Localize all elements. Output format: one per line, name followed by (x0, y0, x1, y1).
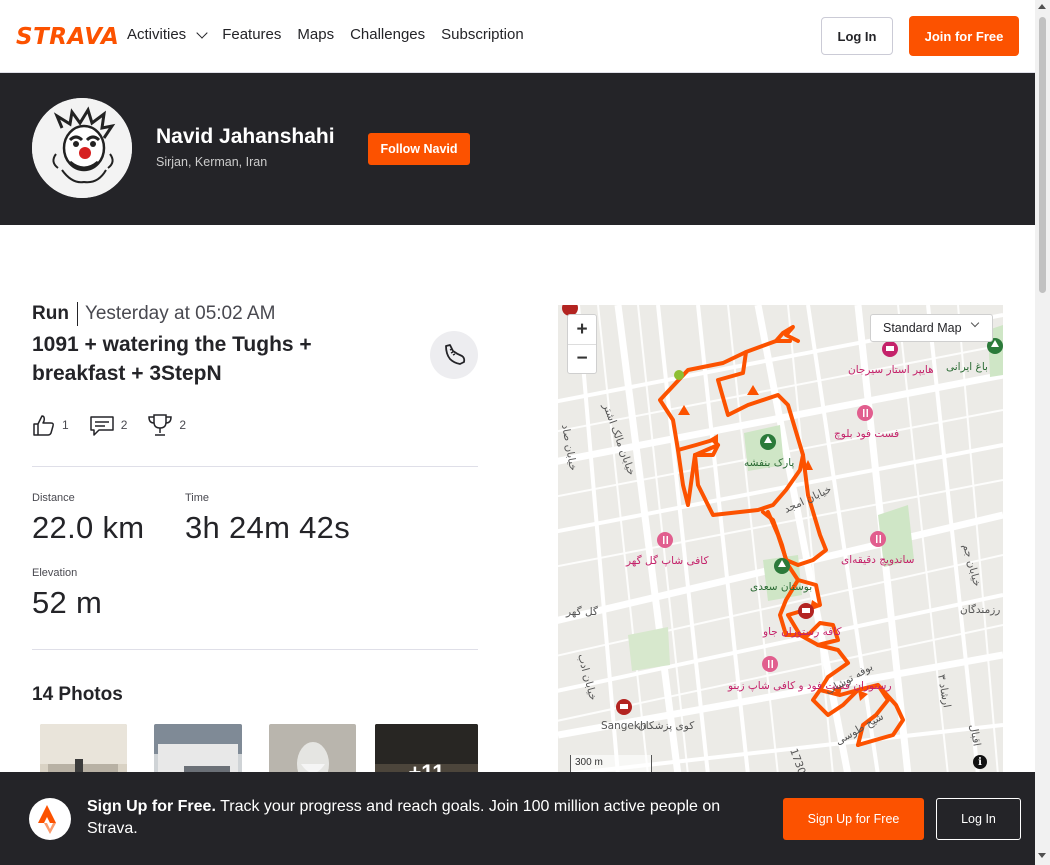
zoom-in-button[interactable]: + (568, 315, 596, 344)
banner-login-button[interactable]: Log In (936, 798, 1021, 840)
scrollbar[interactable] (1035, 0, 1050, 865)
kudos-count: 1 (62, 418, 69, 432)
stat-value: 52 m (32, 585, 103, 620)
comments[interactable]: 2 (89, 413, 128, 437)
info-icon[interactable]: i (973, 755, 987, 769)
stat-time: Time 3h 24m 42s (185, 492, 350, 546)
shoe-icon (445, 344, 466, 365)
map-label: فست فود بلوچ (834, 428, 899, 440)
map-label: بوستان سعدی (750, 581, 812, 593)
photos-title: 14 Photos (32, 684, 123, 705)
nav-item-challenges[interactable]: Challenges (350, 26, 425, 43)
comment-count: 2 (120, 418, 128, 432)
shoe-gear-button[interactable] (430, 331, 478, 379)
stat-label: Distance (32, 492, 75, 504)
scroll-thumb[interactable] (1039, 17, 1046, 293)
map-label: گل گهر (565, 605, 598, 618)
strava-app-icon (29, 798, 71, 840)
thumbs-up-icon (33, 415, 54, 436)
login-button[interactable]: Log In (821, 17, 893, 55)
nav-item-label: Features (222, 26, 282, 43)
achievements[interactable]: 2 (147, 412, 186, 438)
nav-item-maps[interactable]: Maps (297, 26, 334, 43)
signup-banner: Sign Up for Free. Track your progress an… (0, 772, 1035, 865)
chevron-down-icon (196, 26, 208, 39)
map-label: باغ ایرانی (946, 361, 988, 373)
achievement-count: 2 (179, 418, 187, 432)
follow-button[interactable]: Follow Navid (368, 133, 470, 165)
stat-label: Time (185, 492, 210, 504)
map-label: کافی شاپ گل گهر (625, 554, 708, 567)
athlete-header: Navid Jahanshahi Sirjan, Kerman, Iran Fo… (0, 73, 1035, 225)
nav-item-label: Challenges (350, 26, 426, 43)
banner-text: Sign Up for Free. Track your progress an… (87, 796, 767, 840)
map-style-select[interactable]: Standard Map (870, 314, 993, 342)
nav-item-label: Activities (127, 26, 187, 43)
nav-item-activities[interactable]: Activities (127, 26, 208, 43)
chevron-down-icon (970, 318, 980, 328)
activity-title: 1091 + watering the Tughs + breakfast + … (32, 333, 312, 385)
page: STRAVA Activities Features Maps Challeng… (0, 0, 1035, 865)
stat-distance: Distance 22.0 km (32, 492, 144, 546)
nav-item-features[interactable]: Features (222, 26, 281, 43)
stat-value: 3h 24m 42s (185, 510, 350, 545)
avatar[interactable] (32, 98, 132, 198)
activity-time: Yesterday at 05:02 AM (84, 303, 276, 324)
divider (32, 466, 478, 467)
zoom-out-button[interactable]: − (568, 344, 596, 373)
map-style-label: Standard Map (883, 321, 962, 335)
athlete-name[interactable]: Navid Jahanshahi (156, 125, 335, 149)
divider (76, 302, 78, 326)
map-label: پارک بنفشه (744, 457, 794, 469)
activity-map[interactable]: هایپر استار سیرجان فست فود بلوچ کافی شاپ… (558, 305, 1003, 775)
comment-icon (89, 416, 114, 436)
banner-headline: Sign Up for Free. (87, 798, 216, 815)
athlete-location: Sirjan, Kerman, Iran (156, 155, 268, 169)
trophy-icon (148, 414, 173, 436)
activity-header: Run Yesterday at 05:02 AM (32, 302, 275, 326)
signup-button[interactable]: Sign Up for Free (783, 798, 924, 840)
map-label: هایپر استار سیرجان (848, 364, 934, 376)
divider (32, 649, 478, 650)
map-label: رستوران فست فود و کافی شاپ زینو (727, 680, 892, 692)
stat-value: 22.0 km (32, 510, 145, 545)
top-nav: STRAVA Activities Features Maps Challeng… (0, 0, 1035, 73)
map-label: کافه رستوران جاو (762, 626, 841, 638)
activity-type: Run (32, 303, 69, 324)
nav-item-subscription[interactable]: Subscription (441, 26, 524, 43)
zoom-control: + − (567, 314, 597, 374)
kudos[interactable]: 1 (32, 413, 69, 437)
nav-menu: Activities Features Maps Challenges Subs… (127, 26, 524, 43)
map-canvas[interactable]: هایپر استار سیرجان فست فود بلوچ کافی شاپ… (558, 305, 1003, 775)
scroll-down-icon[interactable] (1038, 853, 1046, 858)
map-label: ساندویچ دقیقه‌ای (841, 554, 914, 566)
strava-logo[interactable]: STRAVA (16, 24, 119, 50)
join-button[interactable]: Join for Free (909, 16, 1019, 56)
nav-item-label: Maps (297, 26, 335, 43)
map-label: رزمندگان (960, 603, 1000, 616)
scroll-up-icon[interactable] (1038, 4, 1046, 9)
nav-item-label: Subscription (441, 26, 524, 43)
stat-label: Elevation (32, 567, 78, 579)
stat-elevation: Elevation 52 m (32, 567, 102, 621)
map-label: کوی پزشکان (638, 720, 694, 732)
social-stats: 1 2 2 (32, 412, 186, 438)
